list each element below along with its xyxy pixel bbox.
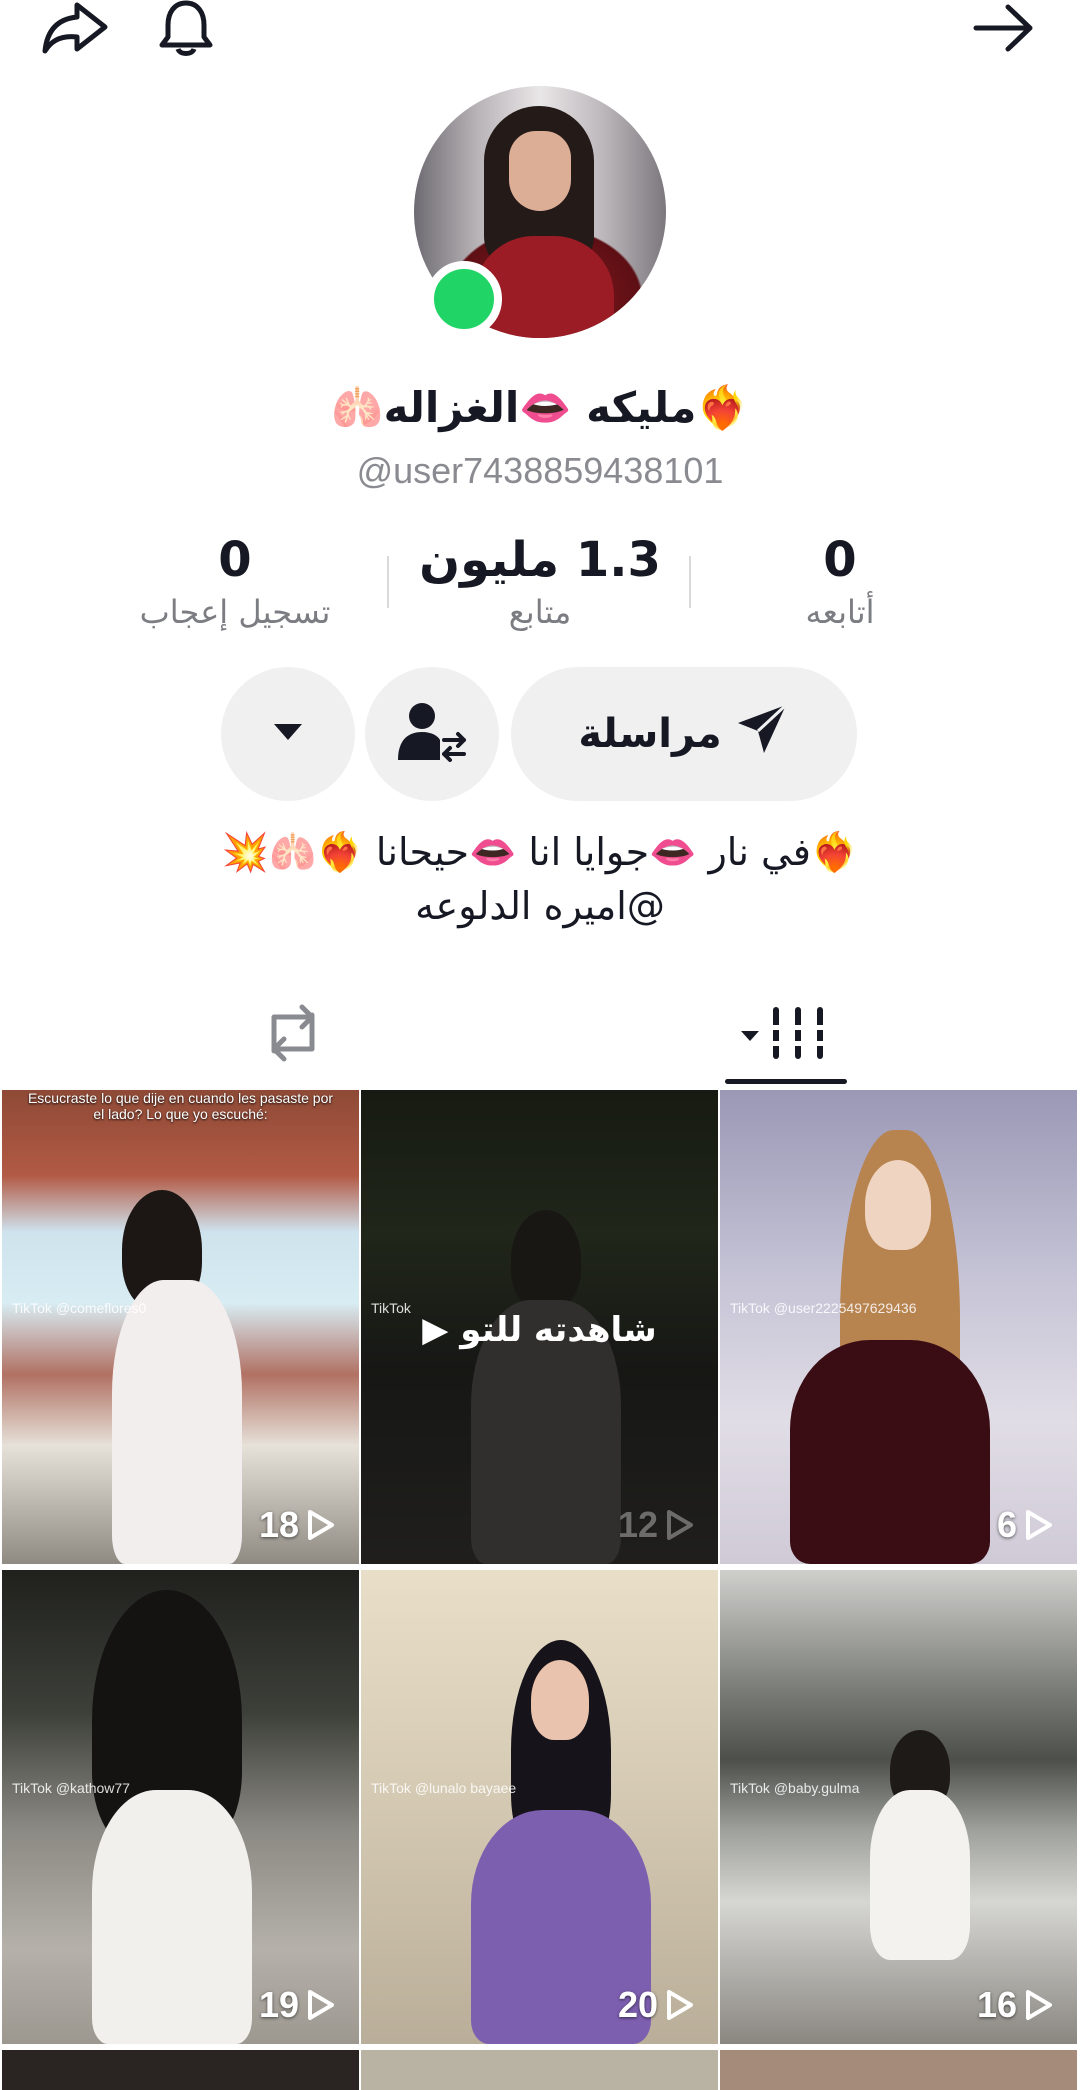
- play-icon: ▶: [422, 1310, 449, 1350]
- stat-divider: [689, 556, 691, 608]
- video-thumbnail[interactable]: TikTok @kathow77 19: [2, 1570, 359, 2044]
- play-icon: [667, 1990, 693, 2020]
- stat-followers[interactable]: 1.3 مليون متابع: [400, 530, 680, 634]
- view-count: 20: [618, 1984, 694, 2026]
- just-watched-label: شاهدته للتو ▶: [422, 1310, 657, 1350]
- stat-likes-label: تسجيل إعجاب: [139, 593, 331, 631]
- view-count: 19: [259, 1984, 335, 2026]
- tab-reposts[interactable]: [250, 990, 336, 1080]
- bell-icon[interactable]: [150, 0, 222, 56]
- play-icon: [1026, 1990, 1052, 2020]
- grid-icon: [741, 1005, 831, 1065]
- profile-name: ❤️‍🔥مليكه 👄الغزاله🫁: [331, 383, 749, 432]
- online-status-indicator: [426, 261, 502, 337]
- video-watermark: TikTok @comeflores0: [12, 1300, 147, 1316]
- bio-line-2[interactable]: @اميره الدلوعه: [0, 884, 1080, 928]
- stat-likes[interactable]: 0 تسجيل إعجاب: [95, 530, 375, 634]
- profile-handle: @user7438859438101: [356, 450, 724, 491]
- stat-followers-value: 1.3 مليون: [419, 532, 661, 588]
- forward-arrow-icon[interactable]: [968, 0, 1040, 56]
- repost-icon: [260, 1003, 326, 1067]
- video-watermark: TikTok @baby.gulma: [730, 1780, 860, 1796]
- video-caption: Escucraste lo que dije en cuando les pas…: [27, 1090, 334, 1122]
- video-watermark: TikTok @kathow77: [12, 1780, 130, 1796]
- user-switch-icon: [396, 698, 468, 770]
- video-thumbnail[interactable]: Escucraste lo que dije en cuando les pas…: [2, 1090, 359, 1564]
- stat-following[interactable]: 0 أتابعه: [700, 530, 980, 634]
- share-icon[interactable]: [38, 0, 110, 56]
- play-icon: [308, 1510, 334, 1540]
- video-watermark: TikTok @lunalo bayaee: [371, 1780, 517, 1796]
- send-icon: [734, 701, 790, 767]
- view-count: 18: [259, 1504, 335, 1546]
- video-watermark: TikTok @user2225497629436: [730, 1300, 917, 1316]
- caret-down-icon: [272, 722, 304, 746]
- video-thumbnail[interactable]: TikTok شاهدته للتو ▶ 12: [361, 1090, 718, 1564]
- tab-videos[interactable]: [728, 990, 844, 1080]
- play-icon: [1026, 1510, 1052, 1540]
- message-button-label: مراسلة: [578, 711, 722, 757]
- stat-divider: [387, 556, 389, 608]
- video-thumbnail[interactable]: [2, 2050, 359, 2090]
- view-count: 6: [997, 1504, 1053, 1546]
- message-button[interactable]: مراسلة: [511, 667, 857, 801]
- video-thumbnail[interactable]: TikTok @user2225497629436 6: [720, 1090, 1077, 1564]
- stat-followers-label: متابع: [508, 593, 572, 631]
- view-count: 16: [977, 1984, 1053, 2026]
- video-thumbnail[interactable]: [720, 2050, 1077, 2090]
- video-thumbnail[interactable]: TikTok @baby.gulma 16: [720, 1570, 1077, 2044]
- stat-likes-value: 0: [218, 532, 252, 588]
- stat-following-value: 0: [823, 532, 857, 588]
- video-thumbnail[interactable]: [361, 2050, 718, 2090]
- more-options-button[interactable]: [221, 667, 355, 801]
- active-tab-indicator: [725, 1079, 847, 1084]
- stat-following-label: أتابعه: [805, 593, 875, 631]
- friend-switch-button[interactable]: [365, 667, 499, 801]
- view-count: 12: [618, 1504, 694, 1546]
- video-thumbnail[interactable]: TikTok @lunalo bayaee 20: [361, 1570, 718, 2044]
- bio-line-1: ❤️‍🔥في نار 👄جوايا انا 👄حيحانا ❤️‍🔥🫁💥: [221, 830, 859, 874]
- play-icon: [667, 1510, 693, 1540]
- play-icon: [308, 1990, 334, 2020]
